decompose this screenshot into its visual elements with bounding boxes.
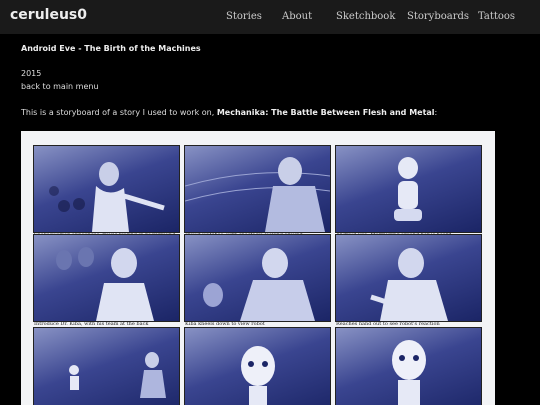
year-label: 2015	[21, 69, 42, 78]
nav-tattoos[interactable]: Tattoos	[478, 11, 515, 22]
storyboard-panel-3	[335, 145, 482, 233]
nav-sketchbook[interactable]: Sketchbook	[336, 11, 395, 22]
storyboard-panel-4	[33, 234, 180, 322]
intro-prefix: This is a storyboard of a story I used t…	[21, 108, 217, 117]
page-title: Android Eve - The Birth of the Machines	[21, 44, 201, 53]
intro-suffix: :	[434, 108, 438, 117]
site-logo[interactable]: ceruleus0	[10, 7, 87, 23]
storyboard-panel-8	[184, 327, 331, 405]
story-title: Mechanika: The Battle Between Flesh and …	[216, 108, 435, 117]
storyboard-panel-9	[335, 327, 482, 405]
storyboard-panel-7	[33, 327, 180, 405]
storyboard-image: Spokeswoman announces, music blaring in …	[21, 131, 495, 405]
back-to-main-menu-link[interactable]: back to main menu	[21, 82, 99, 91]
nav-stories[interactable]: Stories	[226, 11, 262, 22]
nav-about[interactable]: About	[282, 11, 312, 22]
storyboard-panel-1	[33, 145, 180, 233]
top-navigation-bar: ceruleus0 Stories About Sketchbook Story…	[0, 0, 540, 34]
intro-text: This is a storyboard of a story I used t…	[21, 108, 437, 117]
storyboard-panel-2	[184, 145, 331, 233]
storyboard-panel-5	[184, 234, 331, 322]
storyboard-panel-6	[335, 234, 482, 322]
nav-storyboards[interactable]: Storyboards	[407, 11, 469, 22]
